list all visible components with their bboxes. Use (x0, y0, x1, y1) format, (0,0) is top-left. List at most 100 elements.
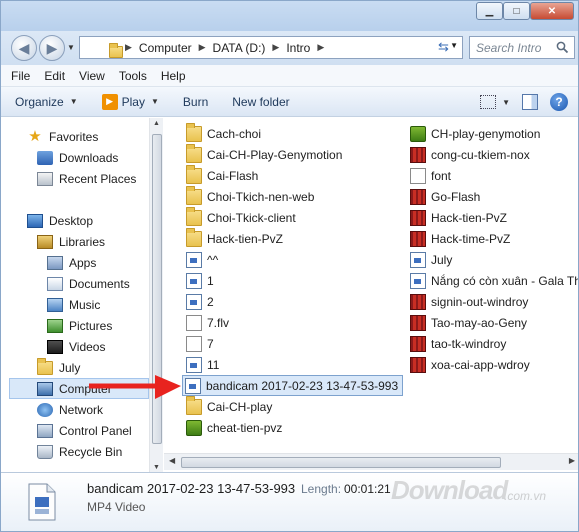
back-button[interactable]: ◀ (11, 35, 37, 61)
minimize-button[interactable]: ▁ (476, 2, 503, 20)
breadcrumb-data-drive[interactable]: DATA (D:) (213, 41, 266, 55)
apk-file-icon (410, 125, 426, 142)
search-icon[interactable] (556, 41, 569, 54)
file-item[interactable]: Choi-Tkich-nen-web (184, 185, 318, 207)
maximize-button[interactable]: □ (503, 2, 530, 20)
apk-file-icon (186, 419, 202, 436)
search-input[interactable]: Search Intro (469, 36, 575, 59)
file-item[interactable]: signin-out-windroy (408, 291, 532, 312)
file-name: font (431, 168, 452, 183)
file-item[interactable]: Cach-choi (184, 122, 265, 144)
breadcrumb-intro[interactable]: Intro (286, 41, 310, 55)
recent-pages-dropdown[interactable]: ▼ (67, 43, 75, 52)
nav-recent-places[interactable]: Recent Places (37, 168, 136, 189)
menu-file[interactable]: File (11, 69, 30, 83)
watermark-logo: Download (391, 475, 508, 505)
folder-icon (186, 122, 202, 142)
file-item[interactable]: 7.flv (184, 312, 233, 333)
menu-tools[interactable]: Tools (119, 69, 147, 83)
file-item[interactable]: Cai-Flash (184, 164, 262, 186)
file-item[interactable]: tao-tk-windroy (408, 333, 510, 354)
file-item[interactable]: xoa-cai-app-wdroy (408, 354, 534, 375)
new-folder-button[interactable]: New folder (232, 95, 289, 109)
forward-button[interactable]: ▶ (39, 35, 65, 61)
media-file-icon (186, 272, 202, 289)
nav-music[interactable]: Music (47, 294, 100, 315)
file-name: cong-cu-tkiem-nox (431, 147, 530, 162)
file-item[interactable]: Nắng có còn xuân - Gala Th (408, 270, 578, 291)
scroll-up-icon[interactable]: ▲ (153, 120, 160, 127)
file-item[interactable]: ^^ (184, 249, 222, 270)
details-file-name: bandicam 2017-02-23 13-47-53-993 (87, 481, 296, 496)
breadcrumb-separator[interactable]: ▶ (272, 42, 279, 53)
scrollbar-thumb[interactable] (181, 457, 501, 468)
change-view-button[interactable]: ▼ (480, 95, 510, 109)
breadcrumb-computer[interactable]: Computer (139, 41, 192, 55)
nav-documents[interactable]: Documents (47, 273, 130, 294)
chevron-down-icon: ▼ (150, 97, 159, 106)
file-item[interactable]: font (408, 165, 455, 186)
menu-bar: File Edit View Tools Help (1, 65, 578, 87)
nav-downloads[interactable]: Downloads (37, 147, 118, 168)
play-icon: ▶ (101, 93, 118, 110)
file-item[interactable]: July (408, 249, 456, 270)
file-item[interactable]: cheat-tien-pvz (184, 417, 286, 438)
menu-view[interactable]: View (79, 69, 105, 83)
file-list-scrollbar[interactable]: ◀ ▶ (164, 453, 578, 470)
caption-buttons: ▁ □ ✕ (476, 2, 574, 20)
file-item[interactable]: Cai-CH-Play-Genymotion (184, 143, 346, 165)
scroll-down-icon[interactable]: ▼ (153, 464, 160, 471)
nav-apps[interactable]: Apps (47, 252, 96, 273)
breadcrumb-separator[interactable]: ▶ (199, 42, 206, 53)
file-name: Choi-Tkick-client (207, 210, 296, 225)
file-item-selected[interactable]: bandicam 2017-02-23 13-47-53-993 (182, 375, 404, 396)
nav-libraries[interactable]: Libraries (37, 231, 105, 252)
file-item[interactable]: cong-cu-tkiem-nox (408, 144, 534, 165)
organize-button[interactable]: Organize ▼ (15, 95, 78, 109)
address-dropdown[interactable]: ▼ (450, 41, 458, 50)
file-item[interactable]: Hack-time-PvZ (408, 228, 514, 249)
file-name: Cai-CH-play (207, 399, 273, 414)
computer-icon (37, 381, 53, 396)
scroll-right-icon[interactable]: ▶ (569, 456, 575, 465)
nav-control-panel[interactable]: Control Panel (37, 420, 132, 441)
breadcrumb-separator[interactable]: ▶ (317, 42, 324, 53)
file-item[interactable]: 7 (184, 333, 218, 354)
video-file-icon (410, 356, 426, 373)
play-button[interactable]: ▶ Play ▼ (101, 93, 159, 110)
file-item[interactable]: 11 (184, 354, 223, 375)
nav-recycle-bin[interactable]: Recycle Bin (37, 441, 122, 462)
details-length-value[interactable]: 00:01:21 (344, 482, 391, 496)
explorer-window: ▁ □ ✕ ◀ ▶ ▼ ▶ Computer ▶ DATA (D:) ▶ Int… (0, 0, 579, 532)
file-item[interactable]: CH-play-genymotion (408, 123, 544, 144)
nav-favorites[interactable]: ★ Favorites (27, 126, 98, 147)
file-item[interactable]: Choi-Tkick-client (184, 206, 300, 228)
file-item[interactable]: Cai-CH-play (184, 395, 276, 417)
file-item[interactable]: Go-Flash (408, 186, 484, 207)
nav-pictures[interactable]: Pictures (47, 315, 112, 336)
nav-videos[interactable]: Videos (47, 336, 105, 357)
file-item[interactable]: Hack-tien-PvZ (184, 227, 287, 249)
file-item[interactable]: Tao-may-ao-Geny (408, 312, 531, 333)
file-item[interactable]: 1 (184, 270, 218, 291)
close-button[interactable]: ✕ (530, 2, 574, 20)
menu-edit[interactable]: Edit (44, 69, 65, 83)
file-name: Go-Flash (431, 189, 481, 204)
breadcrumb-separator[interactable]: ▶ (125, 42, 132, 53)
file-name: 2 (207, 294, 214, 309)
burn-button[interactable]: Burn (183, 95, 208, 109)
menu-help[interactable]: Help (161, 69, 186, 83)
help-icon[interactable]: ? (550, 93, 568, 111)
nav-desktop[interactable]: Desktop (27, 210, 93, 231)
file-name: 7 (207, 336, 214, 351)
file-item[interactable]: 2 (184, 291, 218, 312)
file-item[interactable]: Hack-tien-PvZ (408, 207, 511, 228)
scroll-left-icon[interactable]: ◀ (169, 456, 175, 465)
nav-label: Recycle Bin (59, 444, 123, 459)
preview-pane-icon[interactable] (522, 94, 538, 110)
refresh-icon[interactable]: ⇆ (438, 39, 449, 55)
nav-scrollbar[interactable]: ▲ ▼ (149, 118, 163, 473)
nav-july[interactable]: July (37, 357, 80, 378)
video-file-icon (410, 293, 426, 310)
address-bar[interactable]: ▶ Computer ▶ DATA (D:) ▶ Intro ▶ ▼ (79, 36, 463, 59)
